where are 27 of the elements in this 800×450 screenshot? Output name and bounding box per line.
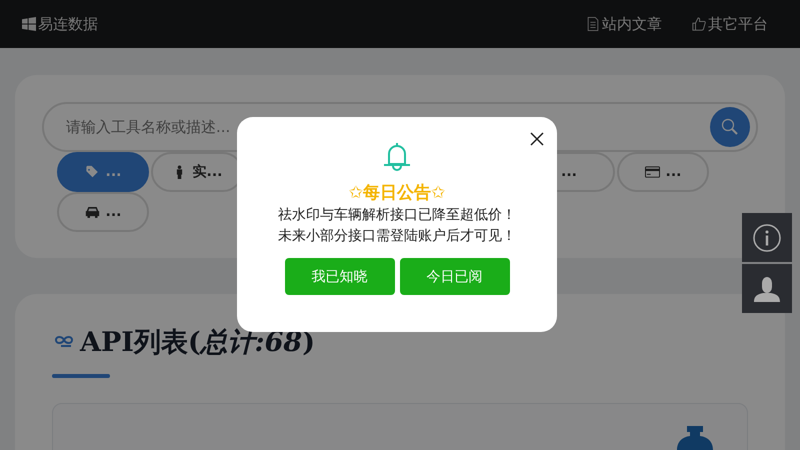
- section-title: API列表(总计:68): [80, 326, 315, 360]
- dialog-message: 未来小部分接口需登陆账户后才可见！: [278, 227, 516, 246]
- info-button[interactable]: [742, 213, 792, 262]
- windows-icon: [22, 17, 36, 31]
- close-button[interactable]: [529, 131, 545, 147]
- nav-link[interactable]: 站内文章: [586, 14, 662, 34]
- category-chip[interactable]: ...: [57, 192, 149, 232]
- bell-icon: [383, 142, 411, 172]
- car-icon: [84, 205, 100, 219]
- brand-name: 易连数据: [38, 14, 98, 34]
- card-icon: [644, 165, 660, 179]
- close-icon: [529, 131, 545, 147]
- info-icon: [752, 222, 782, 252]
- nav-link[interactable]: 其它平台: [692, 14, 768, 34]
- search-icon: [721, 118, 739, 136]
- dialog-title: ✩每日公告✩: [348, 182, 446, 204]
- tag-icon: [84, 165, 100, 179]
- thumbs-up-icon: [692, 17, 706, 31]
- category-chip[interactable]: ...: [57, 152, 149, 192]
- search-button[interactable]: [710, 107, 750, 147]
- document-icon: [586, 17, 600, 31]
- user-button[interactable]: [742, 264, 792, 313]
- dialog-message: 祛水印与车辆解析接口已降至超低价！: [278, 206, 516, 225]
- search-field[interactable]: 请输入工具名称或描述...: [64, 117, 710, 137]
- category-chip[interactable]: ...: [617, 152, 709, 192]
- dialog-button[interactable]: 今日已阅: [400, 258, 510, 295]
- dialog-button[interactable]: 我已知晓: [284, 258, 394, 295]
